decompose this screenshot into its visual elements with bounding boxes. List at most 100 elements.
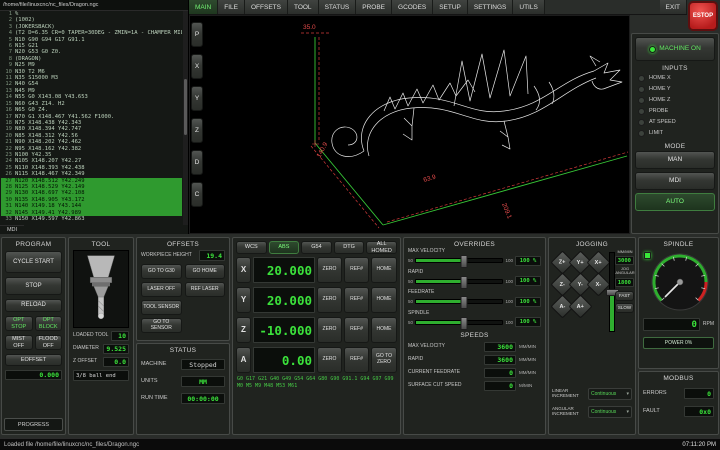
slider-knob[interactable] [460,276,467,289]
speeds-title: SPEEDS [406,331,543,340]
axis-ref-button[interactable]: REF# [344,347,369,373]
status-title: STATUS [139,346,227,355]
axis-zero-button[interactable]: ZERO [317,257,342,283]
gcode-line-text: N150 X149.597 Y42.863 [15,216,85,222]
slider-track[interactable] [415,279,503,284]
speed-label: MAX VELOCITY [408,344,481,350]
jog-linear-rate-display: 3000 [615,256,634,265]
dro-mode-button[interactable]: DTG [334,241,365,254]
slider-track[interactable] [415,320,503,325]
mode-button[interactable]: AUTO [635,193,715,211]
mist-button[interactable]: MIST OFF [5,335,33,350]
jog-slow-button[interactable]: SLOW [615,303,634,313]
offsets-button[interactable]: GO TO SENSOR [141,318,182,333]
view-preset-button[interactable]: D [191,150,203,175]
opt-stop-button[interactable]: OPT STOP [5,316,33,331]
jog-x-plus-button[interactable]: X+ [586,250,610,274]
axis-position-display: 20.000 [253,257,315,283]
axis-ref-button[interactable]: REF# [344,287,369,313]
menu-tab[interactable]: SETTINGS [468,0,514,14]
slider-track[interactable] [415,258,503,263]
menu-tab[interactable]: FILE [218,0,245,14]
flood-button[interactable]: FLOOD OFF [35,335,63,350]
view-preset-button[interactable]: C [191,182,203,207]
jog-fast-button[interactable]: FAST [615,291,634,301]
linear-increment-dropdown[interactable]: Continuous ▾ [588,388,632,400]
dro-mode-button[interactable]: WCS [236,241,267,254]
slider-track[interactable] [415,299,503,304]
status-panel: STATUS MACHINE Stopped UNITS MM RUN TIME… [136,343,230,435]
menu-tab[interactable]: GCODES [392,0,433,14]
slider-knob[interactable] [460,317,467,330]
exit-button[interactable]: EXIT [660,0,687,14]
axis-select-button[interactable]: X [236,257,251,283]
spindle-rpm-gauge [648,250,712,314]
estop-button[interactable]: ESTOP [688,1,718,31]
spindle-panel: SPINDLE 0 RPM POWER 0% [638,237,719,369]
mdi-tab[interactable]: MDI [0,225,24,234]
menu-tab[interactable]: OFFSETS [245,0,288,14]
cycle-start-button[interactable]: CYCLE START [5,251,62,273]
slider-fill [416,300,464,303]
slider-knob[interactable] [460,296,467,309]
gcode-line-list[interactable]: 1 % 2 (1002) 3 (JOKERSBACK) 4 (T2 D=6.35… [1,11,182,225]
eoffset-button[interactable]: EOFFSET [5,354,62,366]
stop-button[interactable]: STOP [5,277,62,295]
view-preset-button[interactable]: Z [191,118,203,143]
jog-a-plus-button[interactable]: A+ [568,294,592,318]
view-preset-button[interactable]: X [191,54,203,79]
axis-select-button[interactable]: Y [236,287,251,313]
dro-mode-buttons: WCS ABS G54 DTG ALL HOMED [236,241,397,254]
dro-mode-button[interactable]: ALL HOMED [366,241,397,254]
angular-increment-dropdown[interactable]: Continuous ▾ [588,406,632,418]
opt-block-button[interactable]: OPT BLOCK [35,316,63,331]
menu-tab[interactable]: TOOL [288,0,319,14]
axis-home-button[interactable]: HOME [371,317,397,343]
menu-tab[interactable]: SETUP [433,0,468,14]
axis-home-button[interactable]: HOME [371,287,397,313]
override-slider[interactable]: 50 100 100 % [408,275,541,287]
menu-tab[interactable]: STATUS [319,0,357,14]
reload-button[interactable]: RELOAD [5,299,62,312]
axis-select-button[interactable]: A [236,347,251,373]
view-preset-button[interactable]: P [191,22,203,47]
offsets-button[interactable]: REF LASER [185,282,226,297]
gcode-preview-canvas[interactable]: P X Y Z D C [189,15,630,234]
gcode-line[interactable]: 33 N150 X149.597 Y42.863 [1,216,182,222]
mode-button[interactable]: MAN [635,151,715,169]
gcode-scrollbar-thumb[interactable] [184,79,187,135]
menu-tab[interactable]: PROBE [356,0,392,14]
dro-mode-button[interactable]: ABS [269,241,300,254]
chevron-down-icon: ▾ [626,409,629,415]
input-indicator-row: PROBE [635,106,715,117]
axis-home-button[interactable]: GO TO ZERO [371,347,397,373]
mode-button[interactable]: MDI [635,172,715,190]
override-slider[interactable]: 50 100 100 % [408,296,541,308]
axis-ref-button[interactable]: REF# [344,257,369,283]
menu-tab[interactable]: MAIN [189,0,218,14]
active-mcodes: M0 M5 M9 M48 M53 M61 [237,383,396,389]
override-slider[interactable]: 50 100 100 % [408,255,541,267]
input-indicator-row: AT SPEED [635,117,715,128]
view-preset-button[interactable]: Y [191,86,203,111]
axis-zero-button[interactable]: ZERO [317,317,342,343]
menu-tab[interactable]: UTILS [513,0,544,14]
axis-position-display: 20.000 [253,287,315,313]
gcode-scrollbar[interactable] [183,11,188,225]
offsets-button[interactable]: GO TO G30 [141,264,182,279]
offsets-button[interactable]: TOOL SENSOR [141,300,182,315]
offsets-title: OFFSETS [139,240,227,249]
axis-zero-button[interactable]: ZERO [317,287,342,313]
offsets-button[interactable]: GO HOME [185,264,226,279]
dro-mode-button[interactable]: G54 [301,241,332,254]
axis-home-button[interactable]: HOME [371,257,397,283]
axis-select-button[interactable]: Z [236,317,251,343]
slider-knob[interactable] [460,255,467,268]
axis-zero-button[interactable]: ZERO [317,347,342,373]
input-indicator-row: HOME Z [635,95,715,106]
machine-on-button[interactable]: MACHINE ON [635,37,715,61]
axis-ref-button[interactable]: REF# [344,317,369,343]
offsets-button[interactable]: LASER OFF [141,282,182,297]
override-slider[interactable]: 50 100 100 % [408,316,541,328]
inputs-list: HOME X HOME Y HOME Z PROBE [635,73,715,139]
